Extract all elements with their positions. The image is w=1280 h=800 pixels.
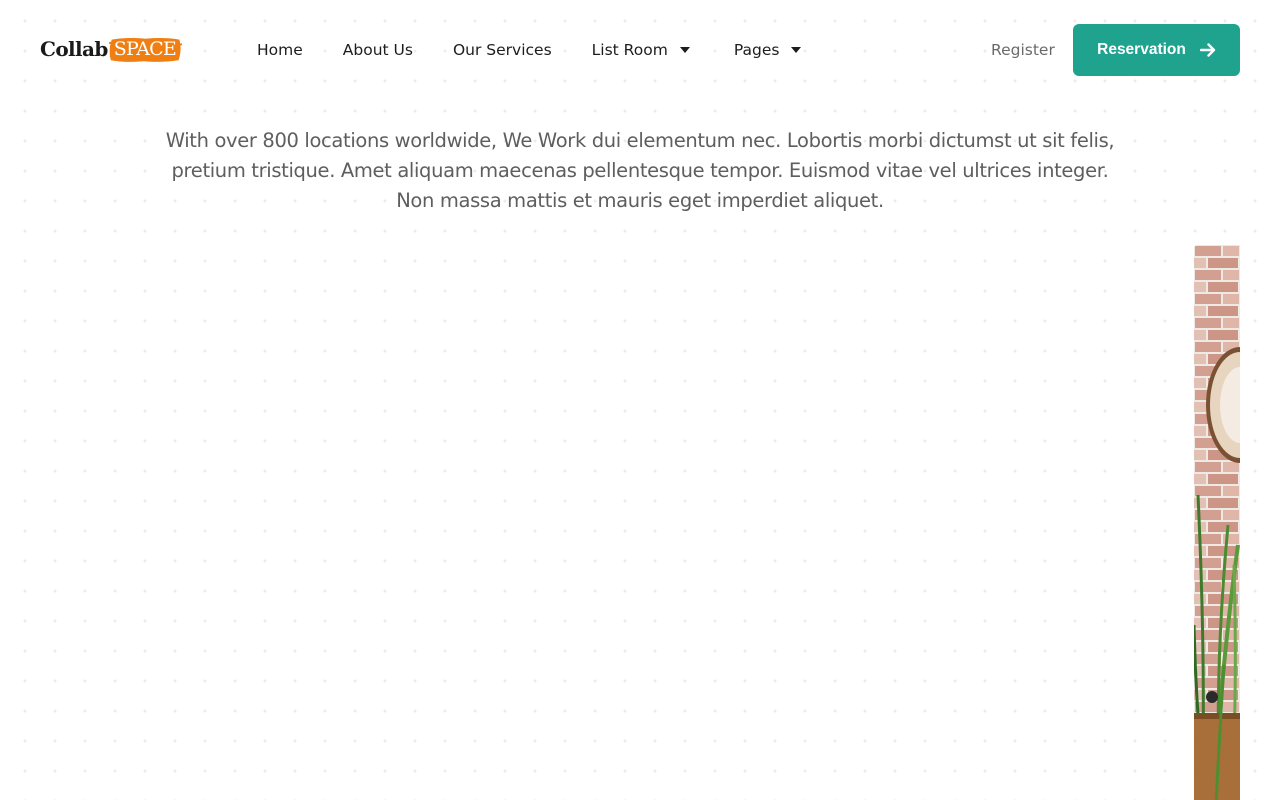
room-photo bbox=[1194, 245, 1240, 800]
caret-down-icon bbox=[791, 47, 802, 53]
intro-paragraph: With over 800 locations worldwide, We Wo… bbox=[165, 129, 1115, 212]
nav-item-label: Home bbox=[257, 41, 303, 59]
logo-badge-text: SPACE bbox=[113, 37, 177, 60]
reservation-button[interactable]: Reservation bbox=[1073, 24, 1240, 76]
register-link[interactable]: Register bbox=[991, 38, 1055, 62]
nav-item-pages[interactable]: Pages bbox=[734, 41, 802, 59]
nav-item-label: Pages bbox=[733, 41, 780, 59]
logo-badge: SPACE bbox=[108, 36, 182, 63]
main-nav: Home About Us Our Services List Room Pag… bbox=[257, 38, 841, 62]
site-header: Collab SPACE Home About Us Our Services … bbox=[0, 0, 1280, 100]
site-logo[interactable]: Collab SPACE bbox=[40, 33, 182, 65]
logo-wordmark: Collab bbox=[40, 37, 108, 61]
brick-wall-plant-image bbox=[1194, 245, 1240, 800]
nav-item-home[interactable]: Home bbox=[257, 41, 303, 59]
nav-item-list-room[interactable]: List Room bbox=[592, 41, 690, 59]
nav-item-label: About Us bbox=[342, 41, 413, 59]
caret-down-icon bbox=[679, 47, 690, 53]
reservation-label: Reservation bbox=[1097, 41, 1186, 58]
arrow-right-icon bbox=[1199, 43, 1216, 57]
nav-item-label: Our Services bbox=[452, 41, 552, 59]
nav-item-about-us[interactable]: About Us bbox=[343, 41, 413, 59]
nav-item-our-services[interactable]: Our Services bbox=[453, 41, 552, 59]
nav-item-label: List Room bbox=[591, 41, 668, 59]
